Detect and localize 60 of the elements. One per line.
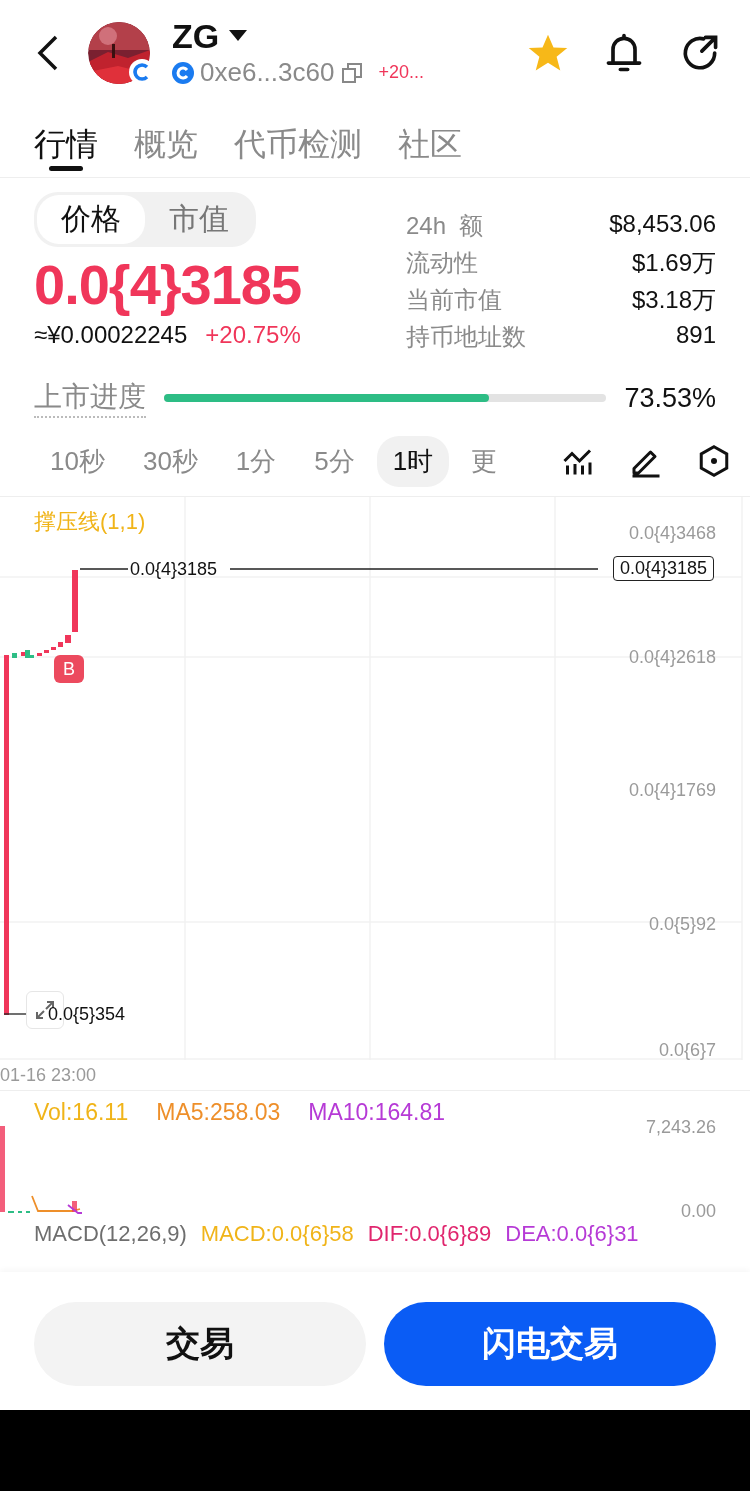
stat-label: 24h 额 [406, 211, 485, 241]
stat-value: $8,453.06 [608, 210, 716, 239]
macd-legend: MACD:0.0{6}58 [200, 1219, 354, 1249]
progress-reading: 73.53% [624, 382, 716, 414]
price-change: +20... [378, 62, 424, 83]
price-axis-label: 0.0{6}7 [658, 1040, 716, 1060]
stat-value: $1.69万 [630, 248, 716, 278]
trade-button[interactable]: 交易 [34, 1302, 366, 1386]
interval-tab[interactable]: 5分 [298, 435, 371, 487]
candle [58, 642, 63, 647]
candle [37, 653, 42, 656]
chain-icon [172, 61, 194, 84]
stat-value: $3.18万 [630, 285, 716, 315]
current-price-tag: 0.0{4}3185 [612, 556, 714, 581]
volume-axis-label: 7,243.26 [645, 1117, 716, 1138]
stat-label: 持币地址数 [406, 322, 527, 352]
flash-trade-button[interactable]: 闪电交易 [384, 1302, 716, 1386]
price-change: +20.75% [205, 321, 301, 349]
price-axis-label: 0.0{4}3468 [628, 523, 716, 543]
buy-marker: B [54, 655, 84, 683]
candle [65, 635, 71, 643]
stat-label: 当前市值 [406, 285, 503, 315]
interval-tab[interactable]: 10秒 [34, 435, 121, 487]
macd-legend: DEA:0.0{6}31 [505, 1219, 639, 1249]
candle [51, 647, 56, 650]
token-title[interactable]: ZG [172, 17, 220, 55]
volume-legend: MA5:258.03 [156, 1099, 281, 1126]
low-price-label: 0.0{5}354 [48, 1004, 126, 1025]
macd-legend: DIF:0.0{6}89 [367, 1219, 492, 1249]
interval-tab[interactable]: 1时 [376, 435, 450, 487]
price-axis-label: 0.0{5}92 [648, 914, 716, 934]
interval-tab[interactable]: 更 [455, 435, 496, 487]
price-value: 0.0{4}3185 [34, 252, 303, 318]
toggle-option[interactable]: 市值 [145, 195, 253, 244]
candle [44, 650, 49, 653]
interval-tab[interactable]: 30秒 [126, 435, 214, 487]
progress-label[interactable]: 上市进度 [34, 378, 146, 418]
tab[interactable]: 行情 [34, 105, 98, 171]
interval-tab[interactable]: 1分 [219, 435, 293, 487]
indicator-label: 撑压线(1,1) [34, 508, 146, 536]
stat-label: 流动性 [406, 248, 479, 278]
tab[interactable]: 代币检测 [234, 105, 362, 171]
copy-icon[interactable] [340, 60, 365, 85]
high-price-label: 0.0{4}3185 [130, 559, 218, 580]
stat-value: 891 [674, 321, 716, 350]
volume-axis-label: 0.00 [680, 1201, 716, 1222]
candle [72, 570, 78, 632]
candle [12, 653, 17, 658]
tab[interactable]: 概览 [134, 105, 198, 171]
volume-legend: MA10:164.81 [308, 1099, 446, 1126]
time-label: 01-16 23:00 [0, 1060, 750, 1091]
caret-icon[interactable] [229, 30, 248, 42]
price-axis-label: 0.0{4}1769 [628, 780, 716, 800]
toggle-option[interactable]: 价格 [37, 195, 145, 244]
macd-legend: MACD(12,26,9) [34, 1219, 187, 1249]
price-axis-label: 0.0{4}2618 [628, 647, 716, 667]
fiat-price: ≈¥0.00022245 [34, 321, 188, 349]
contract-address: 0xe6...3c60 [200, 57, 335, 88]
tab[interactable]: 社区 [398, 105, 462, 171]
volume-legend: Vol:16.11 [34, 1099, 129, 1126]
